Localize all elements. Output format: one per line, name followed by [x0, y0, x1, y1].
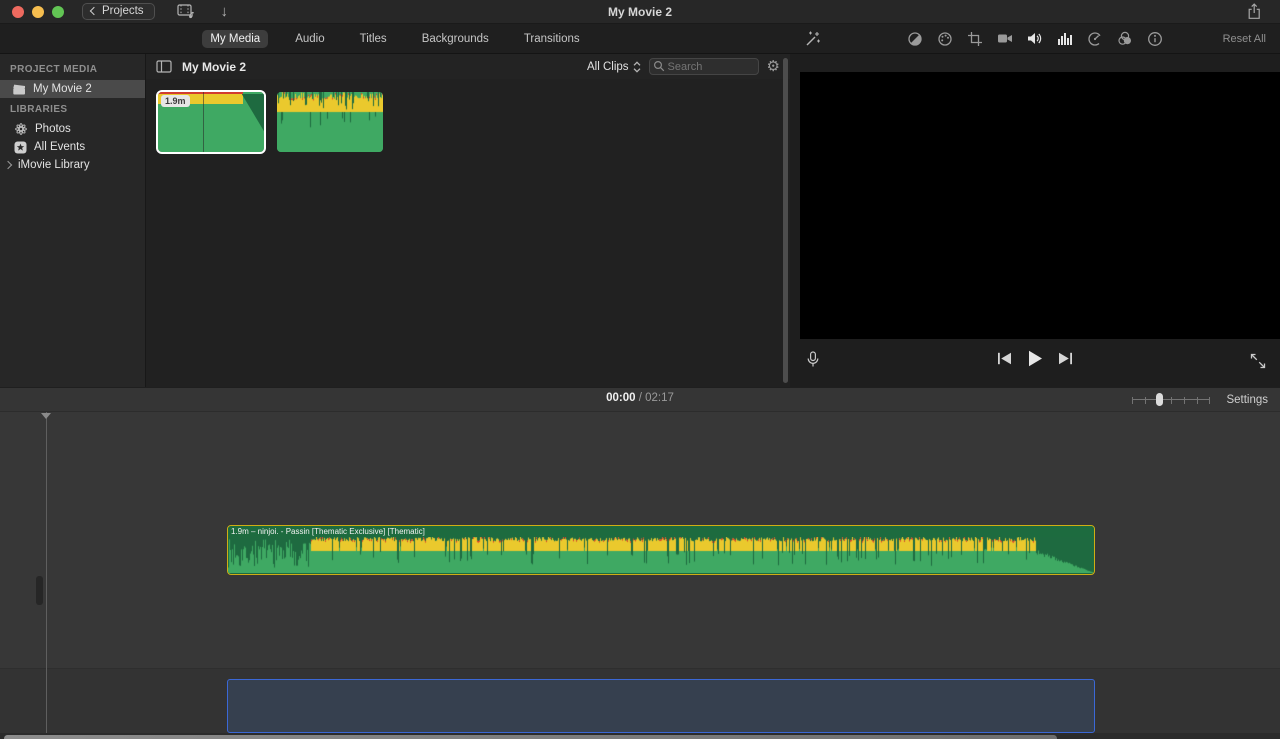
minimize-window-button[interactable] — [32, 5, 44, 18]
thumb1-fade-wedge — [241, 94, 264, 132]
all-clips-label: All Clips — [587, 60, 629, 73]
zoom-window-button[interactable] — [52, 5, 64, 18]
sidebar-item-photos[interactable]: Photos — [0, 120, 145, 138]
search-icon — [653, 60, 665, 72]
sidebar-item-label: Photos — [35, 123, 71, 135]
info-icon[interactable] — [1147, 31, 1163, 47]
sidebar-item-my-movie-2[interactable]: My Movie 2 — [0, 80, 145, 98]
all-clips-filter[interactable]: All Clips — [587, 61, 641, 73]
timeline-scrollbar-thumb[interactable] — [4, 734, 1057, 739]
chevron-right-icon[interactable] — [3, 160, 13, 170]
enhance-magic-wand-icon[interactable] — [804, 30, 821, 47]
chevron-left-icon — [89, 6, 99, 16]
thumb1-skimmer-line — [202, 92, 204, 152]
photos-flower-icon — [14, 122, 28, 136]
window-controls — [12, 5, 64, 18]
timeline-left-handle[interactable] — [36, 576, 43, 605]
tab-backgrounds[interactable]: Backgrounds — [414, 30, 497, 48]
timeline: 1.9m – ninjoi. - Passin [Thematic Exclus… — [0, 412, 1280, 739]
updown-chevrons-icon — [633, 60, 641, 73]
sidebar: PROJECT MEDIA My Movie 2 LIBRARIES Photo… — [0, 54, 146, 387]
skip-to-start-button[interactable] — [997, 352, 1012, 365]
thumb2-waveform — [277, 92, 383, 152]
transport-controls — [997, 350, 1073, 367]
total-time: 02:17 — [645, 392, 674, 404]
tab-audio[interactable]: Audio — [287, 30, 332, 48]
sidebar-item-imovie-library[interactable]: iMovie Library — [0, 156, 145, 174]
adjustment-icons — [907, 31, 1163, 47]
volume-icon[interactable] — [1027, 32, 1043, 45]
browser-clip-grid: 1.9m — [146, 79, 790, 165]
sidebar-item-label: All Events — [34, 141, 86, 153]
media-browser: My Movie 2 All Clips Search ⚙ 1.9m — [146, 54, 790, 387]
time-display: 00:00 / 02:17 — [0, 392, 1280, 404]
media-tabs: My Media Audio Titles Backgrounds Transi… — [0, 24, 790, 53]
titlebar: Projects ↓ My Movie 2 — [0, 0, 1280, 24]
reset-all-button[interactable]: Reset All — [1223, 33, 1266, 45]
playhead-line[interactable] — [46, 412, 47, 739]
settings-button[interactable]: Settings — [1226, 394, 1268, 406]
projects-back-label: Projects — [102, 5, 144, 17]
fullscreen-expand-icon[interactable] — [1250, 353, 1266, 369]
noise-reduction-equalizer-icon[interactable] — [1057, 32, 1073, 45]
tab-titles[interactable]: Titles — [352, 30, 395, 48]
thumb1-peak-line — [158, 92, 243, 94]
audio-clip-thumbnail-1[interactable]: 1.9m — [156, 90, 266, 154]
sidebar-item-all-events[interactable]: All Events — [0, 138, 145, 156]
search-input[interactable] — [648, 58, 759, 75]
viewer-toolbar: Reset All — [790, 24, 1280, 53]
play-button[interactable] — [1027, 350, 1043, 367]
sidebar-item-label: iMovie Library — [18, 159, 90, 171]
playback-controls — [790, 339, 1280, 387]
browser-title: My Movie 2 — [182, 59, 247, 74]
sidebar-item-label: My Movie 2 — [33, 83, 92, 95]
color-correction-palette-icon[interactable] — [937, 31, 953, 47]
slider-thumb[interactable] — [1156, 393, 1164, 406]
viewer-screen — [800, 72, 1280, 339]
time-separator: / — [638, 392, 642, 404]
tab-my-media[interactable]: My Media — [202, 29, 269, 48]
skip-to-end-button[interactable] — [1058, 352, 1073, 365]
clapperboard-icon — [12, 83, 26, 96]
current-time: 00:00 — [606, 392, 636, 404]
speed-speedometer-icon[interactable] — [1087, 31, 1103, 47]
timeline-scrollbar-track — [0, 733, 1280, 739]
search-field — [648, 58, 759, 75]
crop-icon[interactable] — [967, 31, 983, 47]
close-window-button[interactable] — [12, 5, 24, 18]
projects-back-button[interactable]: Projects — [82, 3, 155, 20]
timeline-track-placeholder[interactable] — [227, 679, 1095, 733]
viewer-pane — [790, 54, 1280, 387]
timeline-clip-waveform — [228, 537, 1093, 573]
tab-strip: My Media Audio Titles Backgrounds Transi… — [0, 24, 1280, 54]
timeline-zoom-slider[interactable] — [1132, 393, 1211, 407]
sidebar-toggle-icon[interactable] — [156, 60, 172, 73]
audio-clip-thumbnail-2[interactable] — [277, 92, 383, 152]
color-filters-icon[interactable] — [1117, 31, 1133, 46]
timeline-toolbar: 00:00 / 02:17 Settings — [0, 387, 1280, 412]
color-balance-icon[interactable] — [907, 31, 923, 47]
main-content: PROJECT MEDIA My Movie 2 LIBRARIES Photo… — [0, 54, 1280, 387]
browser-header-controls: All Clips Search ⚙ — [587, 58, 780, 75]
libraries-header: LIBRARIES — [10, 104, 68, 115]
clip-duration-badge: 1.9m — [161, 95, 190, 107]
playhead-handle-icon[interactable] — [41, 413, 51, 419]
media-import-icon[interactable] — [176, 4, 195, 19]
voiceover-mic-icon[interactable] — [806, 351, 820, 370]
stabilization-camera-icon[interactable] — [997, 32, 1013, 45]
browser-scrollbar[interactable] — [783, 58, 788, 383]
gear-icon[interactable]: ⚙ — [767, 59, 780, 74]
project-media-header: PROJECT MEDIA — [10, 64, 98, 75]
browser-header: My Movie 2 All Clips Search ⚙ — [146, 54, 790, 79]
timeline-clip-label: 1.9m – ninjoi. - Passin [Thematic Exclus… — [228, 526, 1094, 537]
imovie-window: Projects ↓ My Movie 2 My Media Audio Tit… — [0, 0, 1280, 739]
tab-transitions[interactable]: Transitions — [516, 30, 588, 48]
timeline-toolbar-right: Settings — [1132, 388, 1268, 411]
star-badge-icon — [14, 141, 27, 154]
slider-ticks — [1132, 396, 1211, 404]
download-arrow-icon[interactable]: ↓ — [221, 3, 229, 20]
share-icon[interactable] — [1247, 3, 1262, 20]
timeline-audio-clip[interactable]: 1.9m – ninjoi. - Passin [Thematic Exclus… — [227, 525, 1095, 575]
